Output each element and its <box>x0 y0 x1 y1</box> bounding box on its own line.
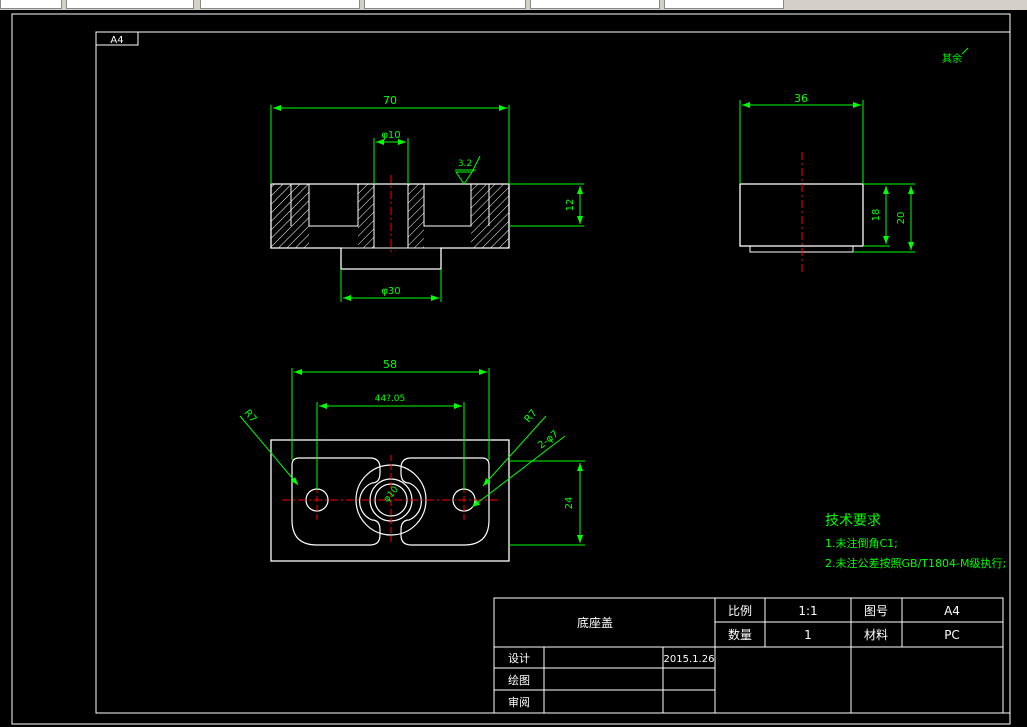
top-slot-right <box>400 457 490 546</box>
tech-item-1: 1.未注倒角C1; <box>825 536 898 550</box>
tab-2[interactable] <box>66 0 194 9</box>
dim-text-18: 18 <box>871 209 882 222</box>
draw-label: 绘图 <box>508 673 530 687</box>
leader-r7-right <box>482 415 547 487</box>
material-label: 材料 <box>864 628 888 642</box>
front-hatch-right <box>471 184 509 248</box>
front-pockets <box>290 184 490 227</box>
design-label: 设计 <box>508 652 530 665</box>
tab-1[interactable] <box>0 0 62 9</box>
dim-text-r7-right: R7 <box>523 408 540 425</box>
tab-6[interactable] <box>664 0 784 9</box>
front-hatch-left <box>271 184 309 248</box>
top-view: 58 44?.05 R7 R7 2-φ7 φ10 24 <box>239 358 585 562</box>
material-value: PC <box>944 628 960 642</box>
dim-text-58: 58 <box>383 358 397 371</box>
corner-note-mark <box>961 47 969 55</box>
tab-3[interactable] <box>200 0 360 9</box>
dim-text-12: 12 <box>565 199 576 212</box>
qty-value: 1 <box>804 628 812 642</box>
tab-5[interactable] <box>530 0 660 9</box>
qty-label: 数量 <box>728 627 752 642</box>
dim-text-70: 70 <box>383 94 397 107</box>
sheet-size-label: A4 <box>110 35 123 46</box>
scale-label: 比例 <box>728 604 752 618</box>
tech-heading: 技术要求 <box>825 513 881 529</box>
review-label: 审阅 <box>508 695 530 709</box>
roughness-value: 3.2 <box>458 159 472 169</box>
scale-value: 1:1 <box>798 604 817 618</box>
tab-4[interactable] <box>364 0 526 9</box>
front-hatch-inner-left <box>358 184 374 248</box>
outer-frame <box>11 13 1011 725</box>
corner-note: 其余 <box>942 52 962 65</box>
drawing-no-value: A4 <box>944 604 960 618</box>
drawing-no-label: 图号 <box>864 604 888 618</box>
front-hatch-inner-right <box>408 184 424 248</box>
dim-text-r7-left: R7 <box>241 408 258 425</box>
toolbar-strip <box>0 0 1027 10</box>
front-view: 70 φ10 φ30 12 3.2 <box>270 94 584 302</box>
cad-drawing-canvas[interactable]: A4 其余 70 φ10 φ30 12 3.2 36 18 20 58 44?.… <box>0 10 1027 727</box>
dim-text-center-phi10: φ10 <box>382 485 401 505</box>
dim-text-phi30: φ30 <box>381 286 400 297</box>
part-name: 底座盖 <box>577 615 613 630</box>
tech-item-2: 2.未注公差按照GB/T1804-M级执行; <box>825 556 1006 570</box>
dim-text-20: 20 <box>896 212 907 225</box>
design-date: 2015.1.26 <box>664 654 715 665</box>
dim-text-44: 44?.05 <box>375 394 406 404</box>
top-slot-left <box>291 457 381 546</box>
side-view: 36 18 20 <box>739 92 915 275</box>
dim-text-36: 36 <box>794 92 808 105</box>
leader-r7-left <box>239 415 299 486</box>
dim-text-24: 24 <box>564 497 575 510</box>
dim-text-phi10: φ10 <box>381 130 400 141</box>
